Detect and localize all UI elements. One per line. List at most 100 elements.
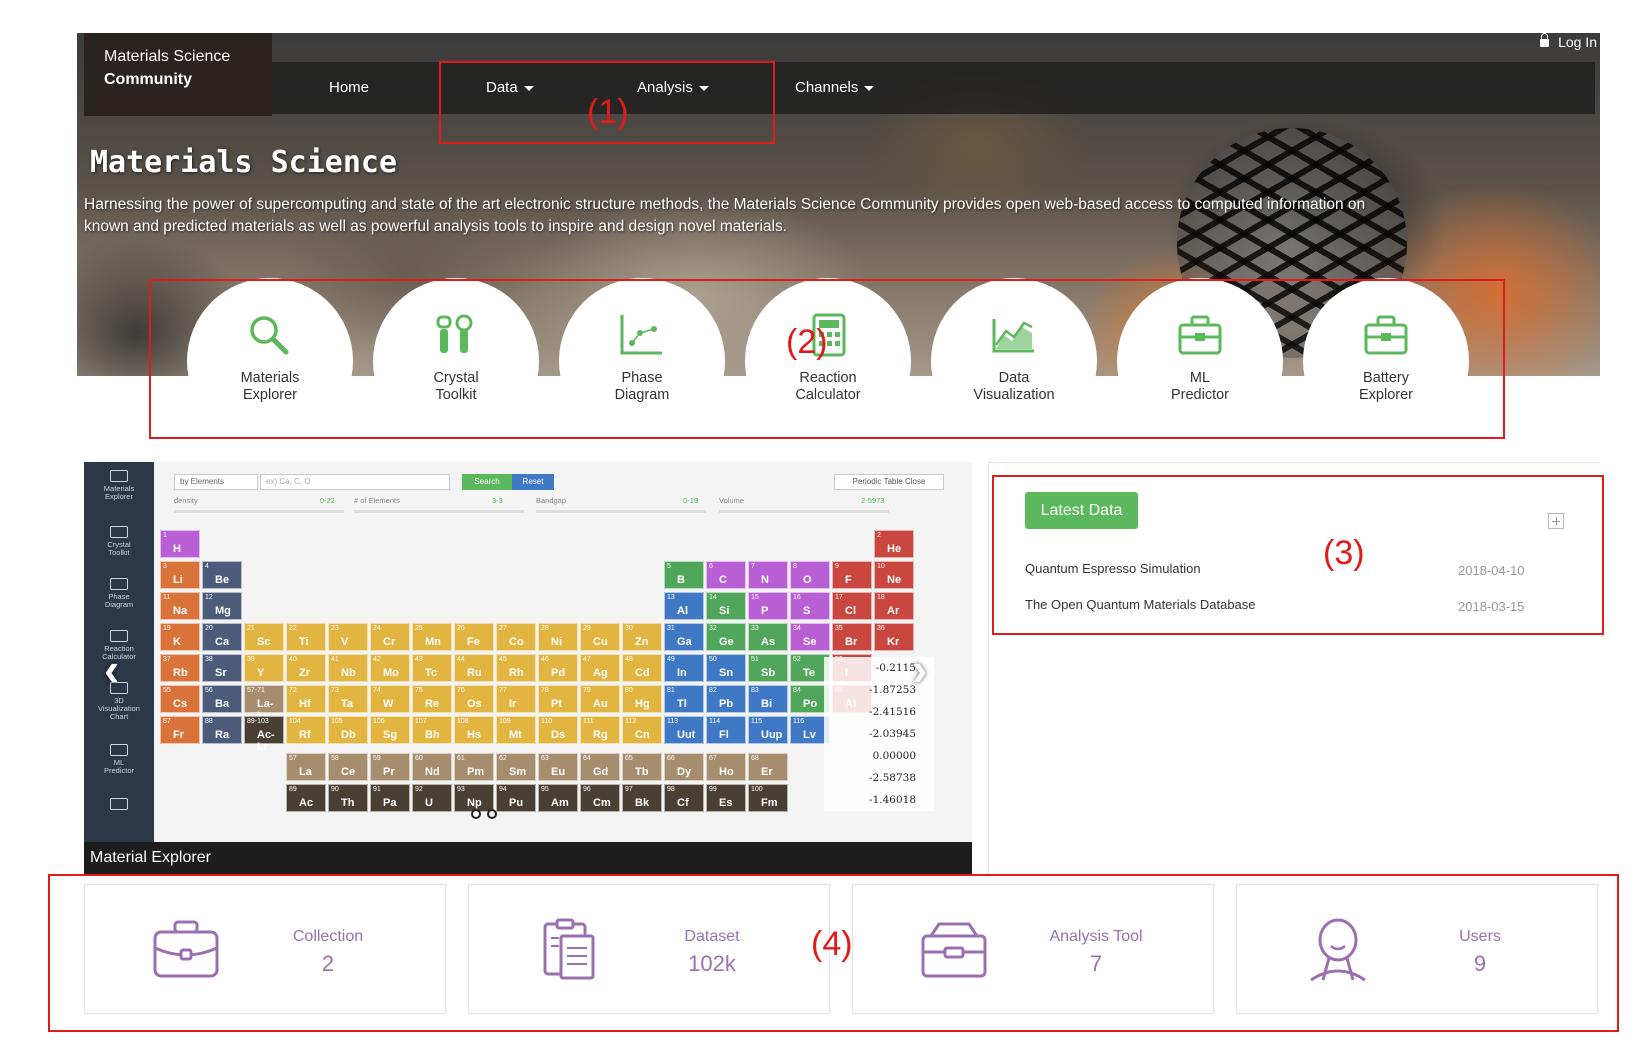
element-cell: 11 Na xyxy=(160,592,200,620)
element-cell: 109 Mt xyxy=(496,716,536,744)
element-cell: 56 Ba xyxy=(202,685,242,713)
element-cell: 82 Pb xyxy=(706,685,746,713)
element-cell: 115 Uup xyxy=(748,716,788,744)
element-cell: 8O xyxy=(790,561,830,589)
sidebar-item-materials-explorer: Materials Explorer xyxy=(84,470,154,501)
element-cell: 47 Ag xyxy=(580,654,620,682)
element-cell: 29 Cu xyxy=(580,623,620,651)
element-cell: 44 Ru xyxy=(454,654,494,682)
element-cell: 42 Mo xyxy=(370,654,410,682)
element-cell: 75 Re xyxy=(412,685,452,713)
element-cell: 65 Tb xyxy=(622,753,662,781)
carousel-search-bar: by Elements ex) Ca, C, O Search Reset Pe… xyxy=(174,474,954,514)
nav-channels[interactable]: Channels xyxy=(795,79,875,96)
element-cell: 25 Mn xyxy=(412,623,452,651)
annotation-label-4: (4) xyxy=(811,925,853,963)
search-type-select: by Elements xyxy=(174,474,258,490)
filter-volume: Volume 2-5973 xyxy=(719,496,885,505)
value-row: -2.58738 xyxy=(869,772,916,784)
carousel-dot[interactable] xyxy=(471,809,481,819)
element-cell: 31 Ga xyxy=(664,623,704,651)
element-cell: 19 K xyxy=(160,623,200,651)
element-cell: 73 Ta xyxy=(328,685,368,713)
carousel-dot[interactable] xyxy=(487,809,497,819)
element-cell: 27 Co xyxy=(496,623,536,651)
value-row: -2.03945 xyxy=(869,728,916,740)
periodic-table: 1 H 2 He 3 Li 4 Be 5 B 6 C 7 N 8 O 9 F 10 Ne 11 Na 12 Mg 13 Al 14 S… xyxy=(160,530,920,820)
element-cell: 51 Sb xyxy=(748,654,788,682)
annotation-label-3: (3) xyxy=(1323,534,1365,572)
element-cell: 38 Sr xyxy=(202,654,242,682)
element-cell: 49 In xyxy=(664,654,704,682)
feature-carousel: Materials Explorer Crystal Toolkit Phase… xyxy=(84,462,972,875)
login-link[interactable]: Log In xyxy=(1540,33,1597,50)
element-cell: 59 Pr xyxy=(370,753,410,781)
volume-slider xyxy=(719,510,889,513)
element-cell: 80 Hg xyxy=(622,685,662,713)
carousel-caption: Material Explorer xyxy=(84,842,972,875)
filter-bandgap: Bandgap 0-19 xyxy=(536,496,699,505)
element-cell: 92 U xyxy=(412,784,452,812)
search-button: Search xyxy=(462,474,512,490)
element-cell: 28 Ni xyxy=(538,623,578,651)
carousel-next-button[interactable]: › xyxy=(912,642,927,696)
element-cell: 3 Li xyxy=(160,561,200,589)
carousel-prev-button[interactable]: ‹ xyxy=(104,642,119,696)
brand-logo[interactable]: Materials Science Community xyxy=(84,33,272,116)
element-cell: 98 Cf xyxy=(664,784,704,812)
value-row: -1.87253 xyxy=(869,684,916,696)
element-cell: 26 Fe xyxy=(454,623,494,651)
element-cell: 23 V xyxy=(328,623,368,651)
element-cell: 62 Sm xyxy=(496,753,536,781)
magnifier-icon xyxy=(110,470,128,482)
element-cell: 90 Th xyxy=(328,784,368,812)
element-cell: 36 Kr xyxy=(874,623,914,651)
element-cell: 78 Pt xyxy=(538,685,578,713)
element-cell: 13 Al xyxy=(664,592,704,620)
element-cell: 108 Hs xyxy=(454,716,494,744)
element-cell: 105 Db xyxy=(328,716,368,744)
element-cell: 83 Bi xyxy=(748,685,788,713)
sidebar-item-battery xyxy=(84,798,154,813)
element-cell: 63 Eu xyxy=(538,753,578,781)
element-cell: 74 W xyxy=(370,685,410,713)
element-cell: 7N xyxy=(748,561,788,589)
element-cell: 112 Cn xyxy=(622,716,662,744)
element-cell: 95 Am xyxy=(538,784,578,812)
element-cell: 64 Gd xyxy=(580,753,620,781)
bandgap-slider xyxy=(536,510,706,513)
reset-button: Reset xyxy=(512,474,554,490)
elements-slider xyxy=(354,510,524,513)
element-cell: 22 Ti xyxy=(286,623,326,651)
element-cell: 34 Se xyxy=(790,623,830,651)
scatter-plot-icon xyxy=(110,578,128,590)
element-cell: 6C xyxy=(706,561,746,589)
element-cell: 99 Es xyxy=(706,784,746,812)
search-input: ex) Ca, C, O xyxy=(260,474,450,490)
element-cell: 66 Dy xyxy=(664,753,704,781)
element-cell: 48 Cd xyxy=(622,654,662,682)
element-cell: 104 Rf xyxy=(286,716,326,744)
element-cell: 76 Os xyxy=(454,685,494,713)
element-cell: 97 Bk xyxy=(622,784,662,812)
hero-title: Materials Science xyxy=(90,145,398,180)
element-cell: 16 S xyxy=(790,592,830,620)
annotation-label-2: (2) xyxy=(786,323,828,361)
brand-line2: Community xyxy=(104,71,192,88)
element-cell: 46 Pd xyxy=(538,654,578,682)
element-cell: 67 Ho xyxy=(706,753,746,781)
element-cell: 4 Be xyxy=(202,561,242,589)
element-cell: 113 Uut xyxy=(664,716,704,744)
nav-home[interactable]: Home xyxy=(329,79,369,96)
value-row: 0.00000 xyxy=(872,750,916,762)
carousel-indicators xyxy=(471,806,503,824)
element-cell: 111 Rg xyxy=(580,716,620,744)
element-cell: 89-103 Ac-Lr xyxy=(244,716,284,753)
element-cell: 40 Zr xyxy=(286,654,326,682)
value-row: -2.41516 xyxy=(869,706,916,718)
element-cell: 79 Au xyxy=(580,685,620,713)
element-cell: 33 As xyxy=(748,623,788,651)
filter-density: density 0-22 xyxy=(174,496,335,505)
element-cell: 50 Sn xyxy=(706,654,746,682)
element-cell: 41 Nb xyxy=(328,654,368,682)
